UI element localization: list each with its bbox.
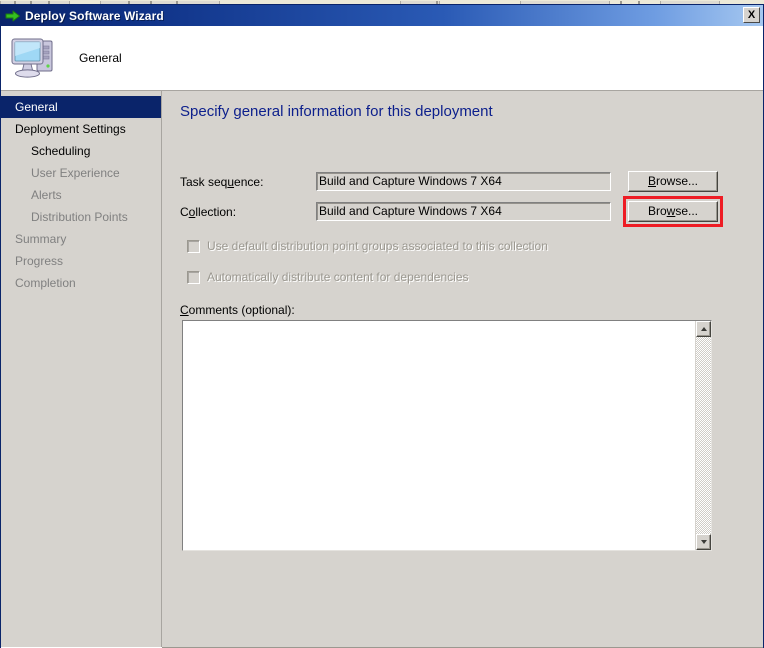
sidebar-item-deployment-settings[interactable]: Deployment Settings — [1, 118, 161, 140]
close-icon[interactable]: X — [743, 7, 760, 23]
use-default-dp-groups-row[interactable]: Use default distribution point groups as… — [187, 239, 548, 253]
header-step-label: General — [79, 51, 122, 65]
auto-distribute-dependencies-label: Automatically distribute content for dep… — [207, 270, 469, 284]
comments-field-wrapper — [182, 320, 712, 551]
window-title: Deploy Software Wizard — [25, 8, 164, 23]
task-sequence-browse-button[interactable]: Browse... — [628, 171, 718, 192]
use-default-dp-groups-label: Use default distribution point groups as… — [207, 239, 548, 253]
sidebar-item-general[interactable]: General — [1, 96, 161, 118]
collection-input[interactable]: Build and Capture Windows 7 X64 — [316, 202, 611, 221]
comments-scrollbar[interactable] — [695, 321, 711, 550]
comments-label: Comments (optional): — [180, 303, 295, 317]
computer-icon — [9, 34, 61, 82]
wizard-content-pane: Specify general information for this dep… — [162, 91, 763, 647]
sidebar-item-completion[interactable]: Completion — [1, 272, 161, 294]
use-default-dp-groups-checkbox[interactable] — [187, 239, 200, 253]
sidebar-item-alerts[interactable]: Alerts — [1, 184, 161, 206]
scrollbar-track[interactable] — [696, 337, 711, 534]
collection-browse-button[interactable]: Browse... — [628, 201, 718, 222]
sidebar-item-progress[interactable]: Progress — [1, 250, 161, 272]
screen-root: Deploy Software Wizard X General General… — [0, 0, 764, 648]
scroll-up-icon[interactable] — [696, 321, 711, 337]
collection-label: Collection: — [180, 204, 237, 219]
scroll-down-icon[interactable] — [696, 534, 711, 550]
comments-textarea[interactable] — [183, 321, 695, 550]
green-right-arrow-icon — [5, 8, 21, 24]
page-title: Specify general information for this dep… — [180, 103, 493, 120]
wizard-header: General — [1, 26, 763, 91]
sidebar-item-distribution-points[interactable]: Distribution Points — [1, 206, 161, 228]
wizard-step-nav: General Deployment Settings Scheduling U… — [1, 91, 162, 647]
task-sequence-input[interactable]: Build and Capture Windows 7 X64 — [316, 172, 611, 191]
dialog-body: General Deployment Settings Scheduling U… — [1, 91, 763, 647]
deploy-software-wizard-dialog: Deploy Software Wizard X General General… — [0, 4, 764, 648]
title-bar[interactable]: Deploy Software Wizard X — [1, 5, 763, 26]
auto-distribute-dependencies-row[interactable]: Automatically distribute content for dep… — [187, 270, 469, 284]
sidebar-item-scheduling[interactable]: Scheduling — [1, 140, 161, 162]
sidebar-item-summary[interactable]: Summary — [1, 228, 161, 250]
auto-distribute-dependencies-checkbox[interactable] — [187, 270, 200, 284]
task-sequence-label: Task sequence: — [180, 174, 264, 189]
sidebar-item-user-experience[interactable]: User Experience — [1, 162, 161, 184]
